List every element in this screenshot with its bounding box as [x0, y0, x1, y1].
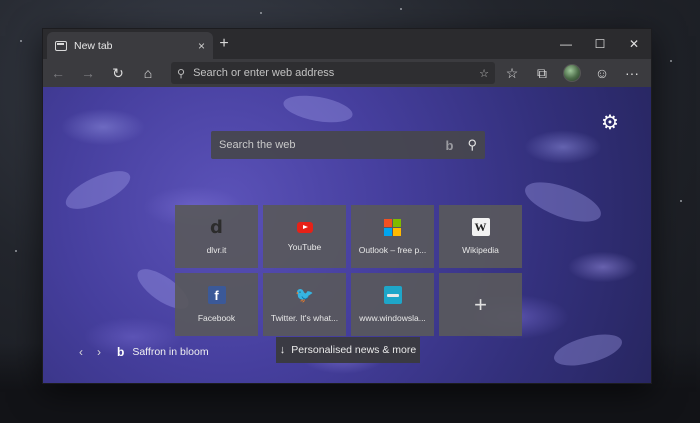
- favorites-hub-icon[interactable]: ☆: [497, 59, 527, 87]
- browser-window: New tab × + — ☐ ✕ ← → ↻ ⌂ ⚲ Search or en…: [42, 28, 652, 384]
- web-search-box[interactable]: Search the web b ⚲: [211, 131, 485, 159]
- news-button-label: Personalised news & more: [291, 344, 417, 356]
- top-site-tile[interactable]: f Facebook: [175, 273, 258, 336]
- tile-label: Facebook: [197, 313, 236, 323]
- tab-new-tab[interactable]: New tab ×: [47, 32, 213, 59]
- top-site-tile[interactable]: d dlvr.it: [175, 205, 258, 268]
- facebook-icon: f: [207, 286, 226, 304]
- address-bar[interactable]: ⚲ Search or enter web address ☆: [171, 62, 495, 84]
- search-icon: ⚲: [177, 67, 186, 80]
- tab-title: New tab: [74, 39, 113, 52]
- new-tab-page-icon: [55, 40, 67, 51]
- image-caption-link[interactable]: Saffron in bloom: [132, 346, 208, 358]
- search-icon[interactable]: ⚲: [467, 137, 477, 153]
- close-tab-icon[interactable]: ×: [198, 39, 205, 53]
- address-input[interactable]: Search or enter web address: [193, 67, 479, 79]
- title-bar: New tab × + — ☐ ✕: [43, 29, 651, 59]
- avatar: [563, 64, 581, 82]
- profile-button[interactable]: [557, 59, 587, 87]
- maximize-button[interactable]: ☐: [583, 29, 617, 59]
- dlvrit-icon: d: [210, 216, 223, 238]
- tile-label: Outlook – free p...: [358, 244, 427, 255]
- refresh-button[interactable]: ↻: [103, 59, 133, 87]
- window-controls: — ☐ ✕: [549, 29, 651, 59]
- forward-button[interactable]: →: [73, 59, 103, 87]
- top-site-tile[interactable]: W Wikipedia: [439, 205, 522, 268]
- feedback-smiley-icon[interactable]: ☺: [587, 59, 617, 87]
- toolbar-right: ☆ ⧉ ☺ ···: [497, 59, 647, 87]
- tile-label: Wikipedia: [462, 245, 499, 255]
- home-button[interactable]: ⌂: [133, 59, 163, 87]
- favorite-star-icon[interactable]: ☆: [479, 67, 489, 80]
- toolbar: ← → ↻ ⌂ ⚲ Search or enter web address ☆ …: [43, 59, 651, 87]
- more-menu-icon[interactable]: ···: [617, 59, 647, 87]
- next-image-icon[interactable]: ›: [97, 345, 115, 359]
- arrow-down-icon: ↓: [279, 344, 286, 356]
- add-site-button[interactable]: +: [439, 273, 522, 336]
- twitter-bird-icon: 🐦: [295, 287, 314, 304]
- youtube-icon: [296, 221, 313, 233]
- previous-image-icon[interactable]: ‹: [79, 345, 97, 359]
- top-site-tile[interactable]: YouTube: [263, 205, 346, 268]
- image-info: ‹ › b Saffron in bloom: [79, 345, 209, 359]
- tile-label: www.windowsla...: [359, 313, 426, 323]
- search-input[interactable]: Search the web: [219, 139, 446, 151]
- collections-icon[interactable]: ⧉: [527, 59, 557, 87]
- top-site-tile[interactable]: 🐦 Twitter. It's what...: [263, 273, 346, 336]
- tile-label: Twitter. It's what...: [270, 313, 339, 323]
- top-site-tile[interactable]: www.windowsla...: [351, 273, 434, 336]
- wikipedia-icon: W: [471, 218, 490, 236]
- bing-icon: b: [445, 137, 454, 153]
- new-tab-page: ⚙ Search the web b ⚲ d dlvr.it YouTube O…: [43, 87, 651, 383]
- new-tab-button[interactable]: +: [215, 35, 233, 53]
- bing-icon: b: [117, 345, 125, 359]
- gear-icon[interactable]: ⚙: [601, 113, 619, 133]
- microsoft-icon: [384, 218, 401, 236]
- personalised-news-button[interactable]: ↓ Personalised news & more: [276, 337, 420, 363]
- back-button[interactable]: ←: [43, 59, 73, 87]
- top-site-tile[interactable]: Outlook – free p...: [351, 205, 434, 268]
- windows-central-icon: [383, 286, 402, 304]
- plus-icon: +: [474, 291, 487, 317]
- close-window-button[interactable]: ✕: [617, 29, 651, 59]
- tile-label: dlvr.it: [206, 245, 227, 255]
- tile-label: YouTube: [287, 241, 322, 252]
- minimize-button[interactable]: —: [549, 29, 583, 59]
